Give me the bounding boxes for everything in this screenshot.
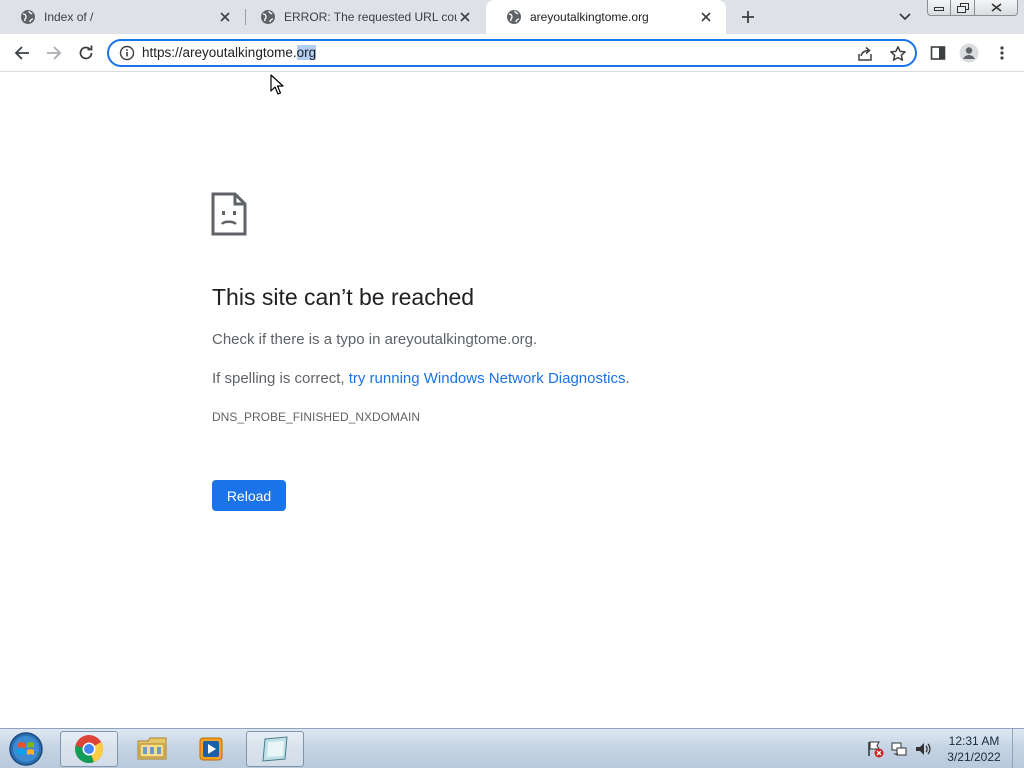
tab-error[interactable]: ERROR: The requested URL could xyxy=(240,0,485,34)
window-controls xyxy=(927,0,1018,17)
url-selection: org xyxy=(296,45,317,60)
system-clock[interactable]: 12:31 AM 3/21/2022 xyxy=(940,733,1008,765)
chrome-icon xyxy=(75,735,103,764)
diagnostics-suffix: . xyxy=(625,370,630,387)
diagnostics-hint: If spelling is correct, try running Wind… xyxy=(212,370,630,387)
volume-icon[interactable] xyxy=(914,740,932,758)
tab-title: Index of / xyxy=(44,10,94,24)
media-player-icon xyxy=(199,737,223,761)
close-icon[interactable] xyxy=(217,9,233,25)
reload-button[interactable]: Reload xyxy=(212,480,286,511)
back-arrow-icon xyxy=(14,46,29,60)
typo-hint: Check if there is a typo in areyoutalkin… xyxy=(212,331,538,348)
taskbar-media-player[interactable] xyxy=(184,731,238,767)
globe-icon xyxy=(261,10,275,24)
app-window-icon xyxy=(262,736,288,762)
avatar-icon xyxy=(959,43,979,63)
page-content: This site can’t be reached Check if ther… xyxy=(0,72,1024,728)
close-icon[interactable] xyxy=(457,9,473,25)
refresh-icon xyxy=(79,45,93,60)
close-window-button[interactable] xyxy=(975,0,1018,16)
show-desktop-button[interactable] xyxy=(1012,729,1024,768)
error-title: This site can’t be reached xyxy=(212,284,475,310)
back-button[interactable] xyxy=(11,42,33,64)
url-text[interactable]: https://areyoutalkingtome.org xyxy=(142,41,317,65)
menu-button[interactable] xyxy=(991,42,1013,64)
tab-title: ERROR: The requested URL could xyxy=(284,10,457,24)
forward-button[interactable] xyxy=(43,42,65,64)
profile-button[interactable] xyxy=(958,42,980,64)
restore-button[interactable] xyxy=(951,0,975,16)
plus-icon xyxy=(742,11,754,23)
error-code: DNS_PROBE_FINISHED_NXDOMAIN xyxy=(212,410,421,424)
close-icon xyxy=(991,3,1001,12)
start-button[interactable] xyxy=(6,731,46,767)
tab-index[interactable]: Index of / xyxy=(0,0,245,34)
restore-icon xyxy=(956,2,969,13)
taskbar-explorer[interactable] xyxy=(124,731,180,767)
diagnostics-prefix: If spelling is correct, xyxy=(212,370,349,387)
tab-search-button[interactable] xyxy=(896,8,914,26)
forward-arrow-icon xyxy=(47,46,62,60)
sad-page-icon xyxy=(211,192,247,236)
taskbar-chrome[interactable] xyxy=(60,731,118,767)
address-bar[interactable]: https://areyoutalkingtome.org xyxy=(107,39,917,67)
tab-strip: Index of / ERROR: The requested URL coul… xyxy=(0,0,1024,34)
taskbar-app[interactable] xyxy=(246,731,304,767)
minimize-icon xyxy=(934,6,944,11)
info-icon[interactable] xyxy=(119,45,135,61)
close-icon[interactable] xyxy=(698,9,714,25)
tab-active[interactable]: areyoutalkingtome.org xyxy=(486,0,726,34)
folder-icon xyxy=(137,737,167,760)
taskbar: 12:31 AM 3/21/2022 xyxy=(0,728,1024,768)
action-center-flag-icon[interactable] xyxy=(866,740,884,758)
reload-toolbar-button[interactable] xyxy=(75,42,97,64)
screen: Index of / ERROR: The requested URL coul… xyxy=(0,0,1024,768)
clock-date: 3/21/2022 xyxy=(947,750,1001,764)
clock-time: 12:31 AM xyxy=(948,734,1000,748)
globe-icon xyxy=(507,10,521,24)
globe-icon xyxy=(21,10,35,24)
chevron-down-icon xyxy=(899,13,911,21)
bookmark-star-icon[interactable] xyxy=(889,45,907,63)
tab-title: areyoutalkingtome.org xyxy=(530,10,649,24)
kebab-menu-icon xyxy=(1000,46,1004,60)
share-icon[interactable] xyxy=(856,45,874,63)
new-tab-button[interactable] xyxy=(737,6,759,28)
url-main: https://areyoutalkingtome. xyxy=(142,45,297,60)
network-icon[interactable] xyxy=(890,740,908,758)
side-panel-button[interactable] xyxy=(927,42,949,64)
minimize-button[interactable] xyxy=(927,0,951,16)
diagnostics-link[interactable]: try running Windows Network Diagnostics xyxy=(349,370,626,387)
mouse-cursor-icon xyxy=(270,74,284,95)
side-panel-icon xyxy=(930,46,946,60)
browser-toolbar: https://areyoutalkingtome.org xyxy=(0,34,1024,72)
